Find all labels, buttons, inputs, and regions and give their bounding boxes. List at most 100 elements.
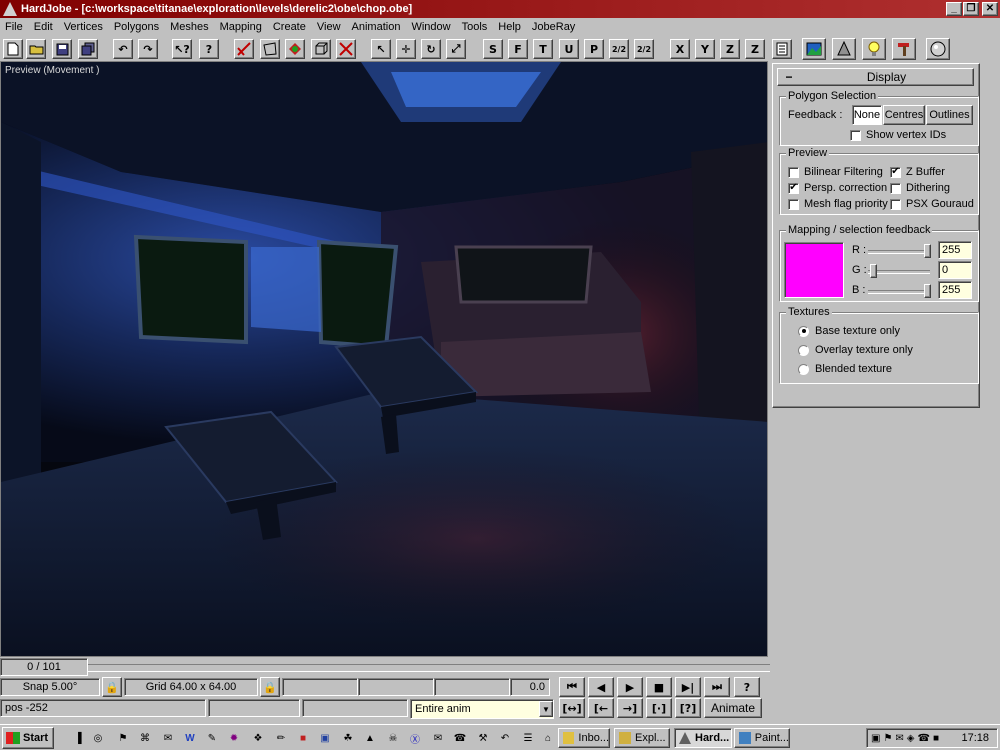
quicklaunch-icon-4[interactable]: ⌘ — [137, 730, 153, 746]
next-frame-icon[interactable]: ▶| — [675, 677, 701, 697]
radio-dot[interactable] — [798, 363, 809, 375]
polygon-tool-icon[interactable] — [260, 39, 280, 59]
quicklaunch-icon-11[interactable]: ■ — [295, 730, 311, 746]
overlay-texture-radio[interactable]: Overlay texture only — [798, 344, 913, 356]
menu-create[interactable]: Create — [268, 21, 312, 33]
quicklaunch-icon-10[interactable]: ✏ — [273, 730, 289, 746]
context-help-icon[interactable]: ? — [199, 39, 219, 59]
timeline-bar[interactable] — [88, 664, 770, 672]
tray-icons[interactable]: ▣⚑✉◈☎■ — [871, 733, 942, 744]
checkbox-box[interactable] — [850, 129, 861, 141]
save-disk-icon[interactable] — [52, 39, 72, 59]
r-slider-track[interactable] — [868, 250, 930, 254]
checkbox-box[interactable]: ✔ — [890, 166, 901, 178]
quicklaunch-icon-8[interactable]: ✹ — [226, 730, 242, 746]
quicklaunch-icon-1[interactable]: ▐ — [70, 730, 86, 746]
task-explorer[interactable]: Expl... — [614, 728, 670, 748]
feedback-outlines-button[interactable]: Outlines — [926, 105, 973, 125]
app-icon[interactable] — [3, 2, 17, 16]
open-folder-icon[interactable] — [26, 39, 46, 59]
quicklaunch-icon-2[interactable]: ◎ — [90, 730, 106, 746]
new-file-icon[interactable] — [3, 39, 23, 59]
b-slider-thumb[interactable] — [924, 284, 931, 298]
prev-frame-icon[interactable]: ◀ — [588, 677, 614, 697]
menu-mapping[interactable]: Mapping — [215, 21, 268, 33]
checkbox-box[interactable] — [890, 182, 901, 194]
menu-vertices[interactable]: Vertices — [59, 21, 109, 33]
anim-help-button[interactable]: ? — [734, 677, 760, 697]
sphere-icon[interactable] — [926, 38, 950, 60]
save-all-icon[interactable] — [78, 39, 98, 59]
quicklaunch-icon-14[interactable]: ▲ — [362, 730, 378, 746]
menu-animation[interactable]: Animation — [347, 21, 407, 33]
key-help-icon[interactable]: [?] — [675, 698, 701, 718]
restore-button[interactable]: ❐ — [963, 2, 979, 16]
axis-z-icon[interactable]: Z — [720, 39, 740, 59]
quicklaunch-icon-5[interactable]: ✉ — [160, 730, 176, 746]
quicklaunch-icon-20[interactable]: ↶ — [497, 730, 513, 746]
snap-lock-icon[interactable]: 🔒 — [102, 677, 122, 697]
start-button[interactable]: Start — [2, 727, 54, 749]
quicklaunch-icon-21[interactable]: ☰ — [520, 730, 536, 746]
menu-help[interactable]: Help — [493, 21, 527, 33]
radio-dot[interactable] — [798, 344, 809, 356]
panel-header[interactable]: − Display — [777, 68, 974, 86]
quicklaunch-icon-7[interactable]: ✎ — [204, 730, 220, 746]
view-quad-icon[interactable]: 2/2 — [634, 39, 654, 59]
g-value-field[interactable]: 0 — [938, 261, 972, 279]
help-cursor-icon[interactable]: ↖? — [172, 39, 192, 59]
checkbox-box[interactable] — [788, 198, 799, 210]
quicklaunch-icon-9[interactable]: ❖ — [250, 730, 266, 746]
title-bar[interactable]: HardJobe - [c:\workspace\titanae\explora… — [0, 0, 1000, 18]
quicklaunch-icon-18[interactable]: ☎ — [452, 730, 468, 746]
task-inbox[interactable]: Inbo... — [558, 728, 610, 748]
close-button[interactable]: ✕ — [982, 2, 998, 16]
show-vertex-ids-checkbox[interactable]: Show vertex IDs — [850, 129, 946, 141]
view-t-icon[interactable]: T — [533, 39, 553, 59]
key-prev-icon[interactable]: [← — [588, 698, 614, 718]
quicklaunch-icon-16[interactable]: Ⓧ — [407, 730, 423, 746]
cube-tool-icon[interactable] — [311, 39, 331, 59]
quicklaunch-icon-6[interactable]: W — [182, 730, 198, 746]
chevron-down-icon[interactable]: ▼ — [539, 701, 553, 717]
quicklaunch-icon-22[interactable]: ⌂ — [540, 730, 556, 746]
menu-edit[interactable]: Edit — [29, 21, 59, 33]
menu-polygons[interactable]: Polygons — [109, 21, 165, 33]
b-value-field[interactable]: 255 — [938, 281, 972, 299]
g-slider-track[interactable] — [868, 270, 930, 274]
light-bulb-icon[interactable] — [862, 38, 886, 60]
persp-correction-checkbox[interactable]: ✔ Persp. correction — [788, 182, 887, 194]
task-hardjobe[interactable]: Hard... — [674, 728, 732, 748]
menu-meshes[interactable]: Meshes — [165, 21, 215, 33]
checkbox-box[interactable] — [788, 166, 799, 178]
base-texture-radio[interactable]: Base texture only — [798, 325, 900, 337]
grid-lock-icon[interactable]: 🔒 — [260, 677, 280, 697]
view-u-icon[interactable]: U — [559, 39, 579, 59]
radio-dot[interactable] — [798, 325, 809, 337]
key-set-icon[interactable]: [·] — [646, 698, 672, 718]
r-slider-thumb[interactable] — [924, 244, 931, 258]
hammer-icon[interactable] — [892, 38, 916, 60]
play-icon[interactable]: ▶ — [617, 677, 643, 697]
axis-y-icon[interactable]: Y — [695, 39, 715, 59]
scale-tool-icon[interactable]: ⤢ — [446, 39, 466, 59]
stop-icon[interactable]: ■ — [646, 677, 672, 697]
redo-icon[interactable]: ↷ — [138, 39, 158, 59]
menu-joberay[interactable]: JobeRay — [527, 21, 581, 33]
checkbox-box[interactable] — [890, 198, 901, 210]
move-tool-icon[interactable]: ✛ — [396, 39, 416, 59]
delete-tool-icon[interactable] — [336, 39, 356, 59]
b-slider-track[interactable] — [868, 290, 930, 294]
view-split-icon[interactable]: 2/2 — [609, 39, 629, 59]
mesh-flag-priority-checkbox[interactable]: Mesh flag priority — [788, 198, 888, 210]
rotate-tool-icon[interactable]: ↻ — [421, 39, 441, 59]
quicklaunch-icon-15[interactable]: ☠ — [385, 730, 401, 746]
first-frame-icon[interactable]: ⏮ — [559, 677, 585, 697]
key-range-icon[interactable]: [↔] — [559, 698, 585, 718]
blended-texture-radio[interactable]: Blended texture — [798, 363, 892, 375]
menu-window[interactable]: Window — [406, 21, 456, 33]
quicklaunch-icon-3[interactable]: ⚑ — [115, 730, 131, 746]
collapse-icon[interactable]: − — [778, 70, 800, 84]
minimize-button[interactable]: _ — [946, 2, 962, 16]
task-paint[interactable]: Paint... — [734, 728, 790, 748]
